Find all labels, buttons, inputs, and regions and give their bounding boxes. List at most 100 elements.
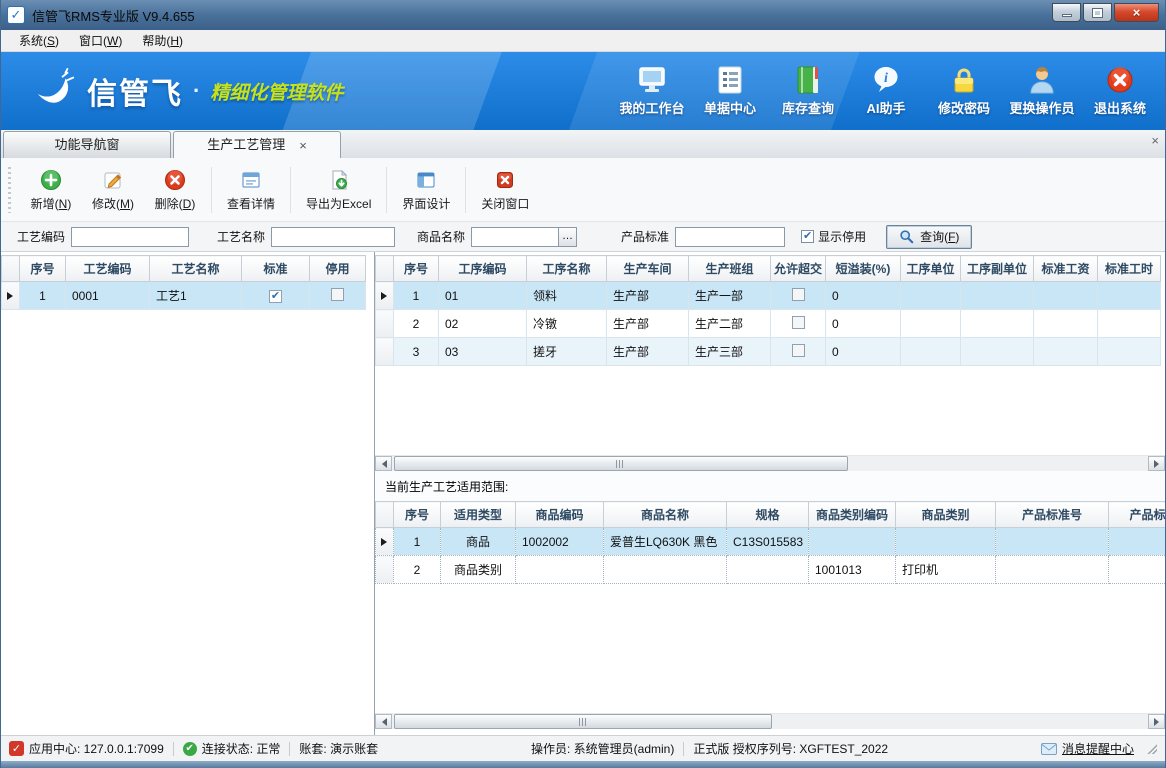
table-row[interactable]: 2商品类别1001013打印机 [376,556,1166,584]
connection-ok-icon: ✔ [183,742,197,756]
add-button[interactable]: 新增(N) [20,165,82,214]
menu-window[interactable]: 窗口(W) [69,30,132,51]
column-header[interactable]: 适用类型 [441,502,516,528]
horizontal-scrollbar[interactable] [375,455,1165,471]
column-header[interactable]: 规格 [727,502,809,528]
scrollbar-track[interactable] [392,456,1148,471]
scrollbar-track[interactable] [392,714,1148,729]
product-browse-button[interactable]: … [559,227,577,247]
resize-grip[interactable] [1147,744,1157,754]
table-cell: 0 [826,310,901,338]
column-header[interactable]: 停用 [310,256,366,282]
minimize-button[interactable] [1052,3,1081,22]
toolbar-grip[interactable] [7,167,12,213]
tool-ai-assistant[interactable]: i AI助手 [847,65,925,117]
tool-inventory-query[interactable]: 库存查询 [769,65,847,117]
column-header[interactable]: 标准 [242,256,310,282]
scroll-left-button[interactable] [375,714,392,729]
tool-exit-system[interactable]: 退出系统 [1081,65,1159,117]
checkbox-check-icon: ✔ [801,230,814,243]
query-button[interactable]: 查询(F) [886,225,972,249]
table-cell [961,282,1034,310]
cell-checkbox[interactable]: ✔ [269,290,282,303]
tab-strip-close-icon[interactable]: × [1151,133,1159,148]
column-header[interactable]: 商品名称 [604,502,727,528]
column-header[interactable]: 工序编码 [439,256,527,282]
tab-strip: 功能导航窗 生产工艺管理 × × [1,130,1165,158]
scroll-right-button[interactable] [1148,714,1165,729]
table-row[interactable]: 1商品1002002爱普生LQ630K 黑色C13S015583 [376,528,1166,556]
scrollbar-thumb[interactable] [394,456,848,471]
column-header[interactable]: 工序副单位 [961,256,1034,282]
product-name-label: 商品名称 [417,228,465,245]
tab-close-icon[interactable]: × [299,139,307,152]
column-header[interactable]: 产品标准号 [996,502,1109,528]
close-window-button[interactable]: 关闭窗口 [471,165,539,214]
column-header[interactable]: 产品标准 [1109,502,1166,528]
process-name-input[interactable] [271,227,395,247]
scroll-right-button[interactable] [1148,456,1165,471]
table-row[interactable]: 303搓牙生产部生产三部0 [376,338,1161,366]
documents-icon [715,65,745,95]
restore-button[interactable] [1083,3,1112,22]
column-header[interactable]: 工序单位 [901,256,961,282]
column-header[interactable]: 商品类别编码 [809,502,896,528]
menu-bar: 系统(S) 窗口(W) 帮助(H) [1,30,1165,52]
column-header[interactable]: 序号 [394,502,441,528]
ui-design-button[interactable]: 界面设计 [392,165,460,214]
tool-document-center[interactable]: 单据中心 [691,65,769,117]
scrollbar-thumb[interactable] [394,714,772,729]
show-disabled-checkbox[interactable]: ✔ 显示停用 [801,228,866,245]
table-cell [310,282,366,310]
column-header[interactable]: 标准工资 [1034,256,1098,282]
menu-system[interactable]: 系统(S) [9,30,69,51]
export-excel-button[interactable]: 导出为Excel [296,165,381,214]
status-account: 账套: 演示账套 [299,740,378,757]
tool-my-workbench[interactable]: 我的工作台 [613,65,691,117]
column-header[interactable]: 生产班组 [689,256,771,282]
brand-dot: · [193,78,200,104]
modify-button[interactable]: 修改(M) [82,165,144,214]
delete-button[interactable]: 删除(D) [144,165,206,214]
table-cell [896,528,996,556]
column-header[interactable]: 商品编码 [516,502,604,528]
cell-checkbox[interactable] [792,344,805,357]
tool-change-password[interactable]: 修改密码 [925,65,1003,117]
product-standard-input[interactable] [675,227,785,247]
table-cell [771,282,826,310]
table-cell: 0001 [66,282,150,310]
table-row[interactable]: 101领料生产部生产一部0 [376,282,1161,310]
horizontal-scrollbar[interactable] [375,713,1165,729]
tab-production-process[interactable]: 生产工艺管理 × [173,131,341,158]
column-header[interactable]: 标准工时 [1098,256,1161,282]
cell-checkbox[interactable] [792,288,805,301]
message-center-link[interactable]: 消息提醒中心 [1041,740,1134,757]
selected-row-arrow-icon [7,292,13,300]
close-button[interactable]: × [1114,3,1159,22]
table-row[interactable]: 202冷镦生产部生产二部0 [376,310,1161,338]
table-row[interactable]: 10001工艺1✔ [2,282,366,310]
column-header[interactable]: 生产车间 [607,256,689,282]
column-header[interactable]: 序号 [394,256,439,282]
column-header[interactable]: 工艺编码 [66,256,150,282]
table-cell: 1 [394,282,439,310]
menu-help[interactable]: 帮助(H) [132,30,193,51]
ai-bubble-icon: i [871,65,901,95]
product-name-input[interactable] [471,227,559,247]
scroll-left-button[interactable] [375,456,392,471]
column-header[interactable]: 工序名称 [527,256,607,282]
table-cell: 1001013 [809,556,896,584]
column-header[interactable]: 工艺名称 [150,256,242,282]
table-cell [901,282,961,310]
column-header[interactable]: 允许超交 [771,256,826,282]
password-lock-icon [949,65,979,95]
cell-checkbox[interactable] [792,316,805,329]
process-code-input[interactable] [71,227,189,247]
column-header[interactable]: 商品类别 [896,502,996,528]
cell-checkbox[interactable] [331,288,344,301]
tool-switch-operator[interactable]: 更换操作员 [1003,65,1081,117]
view-details-button[interactable]: 查看详情 [217,165,285,214]
tab-function-navigator[interactable]: 功能导航窗 [3,131,171,158]
column-header[interactable]: 序号 [20,256,66,282]
column-header[interactable]: 短溢装(%) [826,256,901,282]
